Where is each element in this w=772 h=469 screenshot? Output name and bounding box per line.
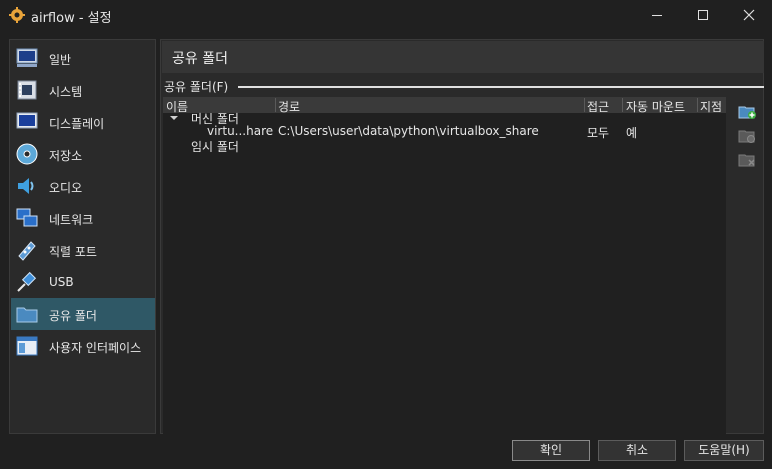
display-icon [16,112,38,129]
folder-name-cell[interactable]: virtu...hare [207,124,273,138]
add-folder-icon[interactable] [738,103,756,121]
ok-button[interactable]: 확인 [512,440,590,461]
page-title: 공유 폴더 [172,51,228,67]
sidebar-item-serial-port[interactable]: 직렬 포트 [11,234,155,266]
column-header-access[interactable]: 접근 [587,98,609,115]
remove-folder-icon[interactable] [738,151,756,169]
column-separator[interactable] [697,98,698,112]
column-separator[interactable] [622,98,623,112]
sidebar-item-audio[interactable]: 오디오 [11,170,155,202]
column-header-mountpoint[interactable]: 지점 [700,98,722,115]
column-separator[interactable] [584,98,585,112]
group-transient-folders[interactable]: 임시 폴더 [191,138,239,155]
cancel-button[interactable]: 취소 [598,440,676,461]
shared-folders-table[interactable]: 이름 경로 접근 자동 마운트 지점 머신 폴더 virtu...hare C:… [163,97,726,434]
sidebar-item-general[interactable]: 일반 [11,42,155,74]
chip-icon [17,80,37,100]
folder-path-cell[interactable]: C:\Users\user\data\python\virtualbox_sha… [278,124,539,138]
monitor-icon [16,48,38,67]
settings-sidebar: 일반 시스템 디스플레이 저장소 오디오 네트워크 직렬 포트 USB 공유 폴… [9,39,156,434]
window-icon [16,336,38,356]
minimize-icon [652,15,662,16]
sidebar-item-storage[interactable]: 저장소 [11,138,155,170]
maximize-button[interactable] [680,0,726,30]
close-button[interactable] [726,0,772,30]
shared-folders-group-label: 공유 폴더(F) [164,80,229,94]
column-separator[interactable] [275,98,276,112]
edit-folder-icon[interactable] [738,127,756,145]
sidebar-item-usb[interactable]: USB [11,266,155,298]
serial-port-icon [18,241,36,261]
close-icon [743,9,755,21]
folder-automount-cell[interactable]: 예 [626,124,637,141]
help-button[interactable]: 도움말(H) [684,440,764,461]
sidebar-item-system[interactable]: 시스템 [11,74,155,106]
settings-page: 공유 폴더 공유 폴더(F) 이름 경로 접근 자동 마운트 지점 머신 폴더 … [160,39,764,434]
page-header: 공유 폴더 [162,41,764,73]
window-title: airflow - 설정 [31,11,112,26]
expand-arrow-icon[interactable] [169,113,179,123]
sidebar-item-user-interface[interactable]: 사용자 인터페이스 [11,330,155,362]
folder-icon [16,307,38,323]
sidebar-item-display[interactable]: 디스플레이 [11,106,155,138]
minimize-button[interactable] [634,0,680,30]
title-bar: airflow - 설정 [0,0,772,30]
sidebar-item-network[interactable]: 네트워크 [11,202,155,234]
group-divider [238,86,764,88]
sidebar-item-shared-folders[interactable]: 공유 폴더 [11,298,155,330]
network-icon [16,208,38,227]
gear-icon [9,7,25,23]
column-header-automount[interactable]: 자동 마운트 [626,98,685,115]
speaker-icon [18,178,34,194]
usb-icon [17,271,37,292]
column-header-path[interactable]: 경로 [278,98,300,115]
maximize-icon [698,10,708,20]
folder-access-cell[interactable]: 모두 [587,124,609,141]
table-header: 이름 경로 접근 자동 마운트 지점 [163,97,726,115]
disc-icon [16,143,38,165]
